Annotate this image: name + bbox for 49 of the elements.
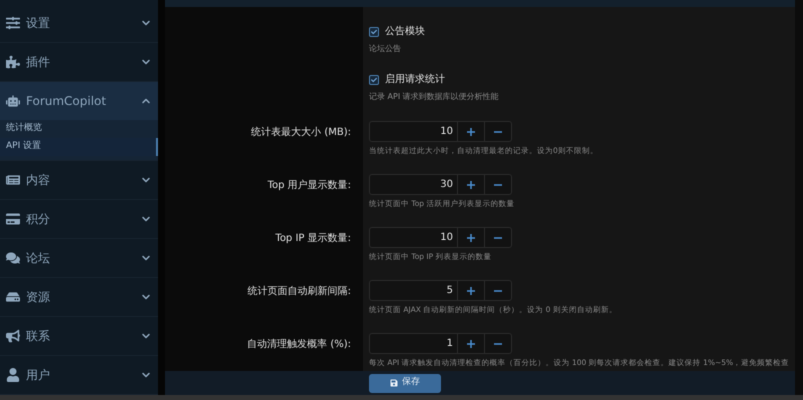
setting-label: 统计表最大大小 (MB): xyxy=(251,126,351,140)
newspaper-icon xyxy=(6,173,20,187)
number-input[interactable]: 10 xyxy=(370,228,457,247)
setting-label: 自动清理触发概率 (%): xyxy=(247,338,351,352)
save-button[interactable]: 保存 xyxy=(369,374,441,392)
submenu-item[interactable]: API 设置 xyxy=(0,138,158,156)
sidebar-item[interactable]: 联系 xyxy=(0,317,158,355)
sidebar-item[interactable]: 插件 xyxy=(0,43,158,81)
user-icon xyxy=(6,368,20,382)
checkbox-label: 公告模块 xyxy=(385,24,425,39)
minus-icon xyxy=(494,236,502,238)
puzzle-icon xyxy=(6,55,20,69)
setting-description: 记录 API 请求到数据库以便分析性能 xyxy=(369,92,500,102)
sidebar-item[interactable]: 用户 xyxy=(0,356,158,394)
sidebar-item[interactable]: 设置 xyxy=(0,4,158,42)
megaphone-icon xyxy=(6,329,20,343)
plus-icon xyxy=(467,128,475,136)
sidebar-item[interactable]: ForumCopilot xyxy=(0,82,158,120)
sidebar-item[interactable]: 论坛 xyxy=(0,239,158,277)
sidebar-item[interactable]: 资源 xyxy=(0,278,158,316)
minus-icon xyxy=(494,290,502,292)
plus-icon xyxy=(467,286,475,294)
checkbox-label: 启用请求统计 xyxy=(385,72,445,87)
checkmark-icon xyxy=(371,76,377,82)
plus-icon xyxy=(467,234,475,242)
robot-icon xyxy=(6,94,20,108)
setting-label: Top 用户显示数量: xyxy=(268,178,351,193)
drive-icon xyxy=(6,290,20,304)
sidebar-item[interactable]: 积分 xyxy=(0,200,158,238)
number-input[interactable]: 1 xyxy=(370,334,457,353)
minus-icon xyxy=(494,130,502,132)
credit-card-icon xyxy=(6,212,20,226)
setting-label: Top IP 显示数量: xyxy=(275,232,351,246)
number-input[interactable]: 30 xyxy=(370,175,457,194)
plus-icon xyxy=(467,180,475,188)
number-input[interactable]: 10 xyxy=(370,122,457,141)
submenu-item[interactable]: 统计概览 xyxy=(0,120,158,138)
checkmark-icon xyxy=(371,28,377,34)
checkbox[interactable] xyxy=(369,74,379,84)
plus-icon xyxy=(467,340,475,348)
number-input[interactable]: 5 xyxy=(370,281,457,300)
minus-icon xyxy=(494,184,502,186)
sidebar-item[interactable]: 内容 xyxy=(0,161,158,199)
checkbox[interactable] xyxy=(369,26,379,36)
minus-icon xyxy=(494,342,502,344)
setting-description: 论坛公告 xyxy=(369,44,402,54)
chat-bubbles-icon xyxy=(6,251,20,265)
setting-label: 统计页面自动刷新间隔: xyxy=(248,284,351,299)
sliders-icon xyxy=(6,16,20,30)
